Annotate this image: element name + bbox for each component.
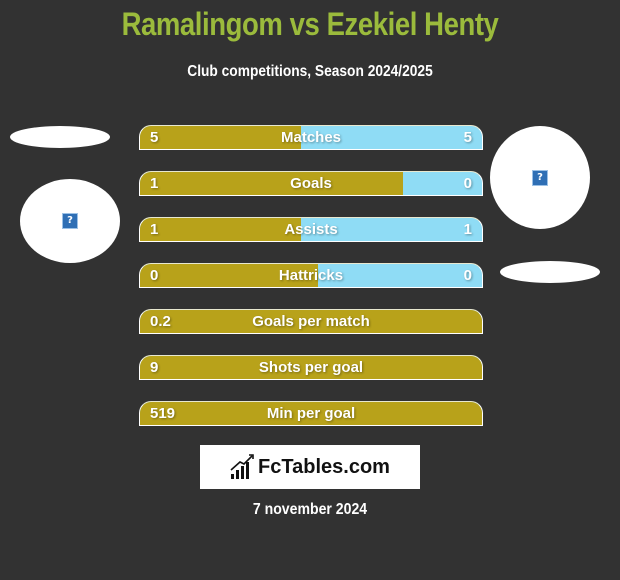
left-value: 0 xyxy=(150,267,159,284)
stat-label: Hattricks xyxy=(278,267,344,284)
fctables-logo[interactable]: FcTables.com xyxy=(200,445,420,489)
right-value: 0 xyxy=(463,175,472,192)
logo-text: FcTables.com xyxy=(258,455,390,478)
left-value: 0.2 xyxy=(150,313,171,330)
right-value: 5 xyxy=(463,129,472,146)
left-team-badge-placeholder xyxy=(10,126,110,148)
left-value: 9 xyxy=(150,359,159,376)
page-title: Ramalingom vs Ezekiel Henty xyxy=(121,6,499,42)
right-player-avatar: ? xyxy=(490,126,590,229)
broken-image-icon: ? xyxy=(62,213,78,229)
left-value: 5 xyxy=(150,129,159,146)
stat-row-shots-per-goal: Shots per goal 9 xyxy=(139,355,483,380)
stat-label: Min per goal xyxy=(266,405,356,422)
bar-chart-icon xyxy=(230,454,254,479)
stat-row-matches: Matches 5 5 xyxy=(139,125,483,150)
stat-row-assists: Assists 1 1 xyxy=(139,217,483,242)
left-value: 1 xyxy=(150,175,159,192)
stat-label: Goals per match xyxy=(252,313,370,330)
stat-label: Goals xyxy=(290,175,332,192)
stat-row-min-per-goal: Min per goal 519 xyxy=(139,401,483,426)
date-label: 7 november 2024 xyxy=(252,501,368,518)
stat-label: Shots per goal xyxy=(258,359,364,376)
stat-label: Matches xyxy=(280,129,342,146)
broken-image-icon: ? xyxy=(532,169,548,186)
left-value: 1 xyxy=(150,221,159,238)
stat-label: Assists xyxy=(284,221,338,238)
right-team-badge-placeholder xyxy=(500,261,600,283)
stat-row-goals: Goals 1 0 xyxy=(139,171,483,196)
left-player-avatar: ? xyxy=(20,179,120,263)
right-value: 0 xyxy=(463,267,472,284)
stat-row-goals-per-match: Goals per match 0.2 xyxy=(139,309,483,334)
stat-row-hattricks: Hattricks 0 0 xyxy=(139,263,483,288)
right-value: 1 xyxy=(463,221,472,238)
left-value: 519 xyxy=(150,405,176,422)
page-subtitle: Club competitions, Season 2024/2025 xyxy=(187,63,433,80)
